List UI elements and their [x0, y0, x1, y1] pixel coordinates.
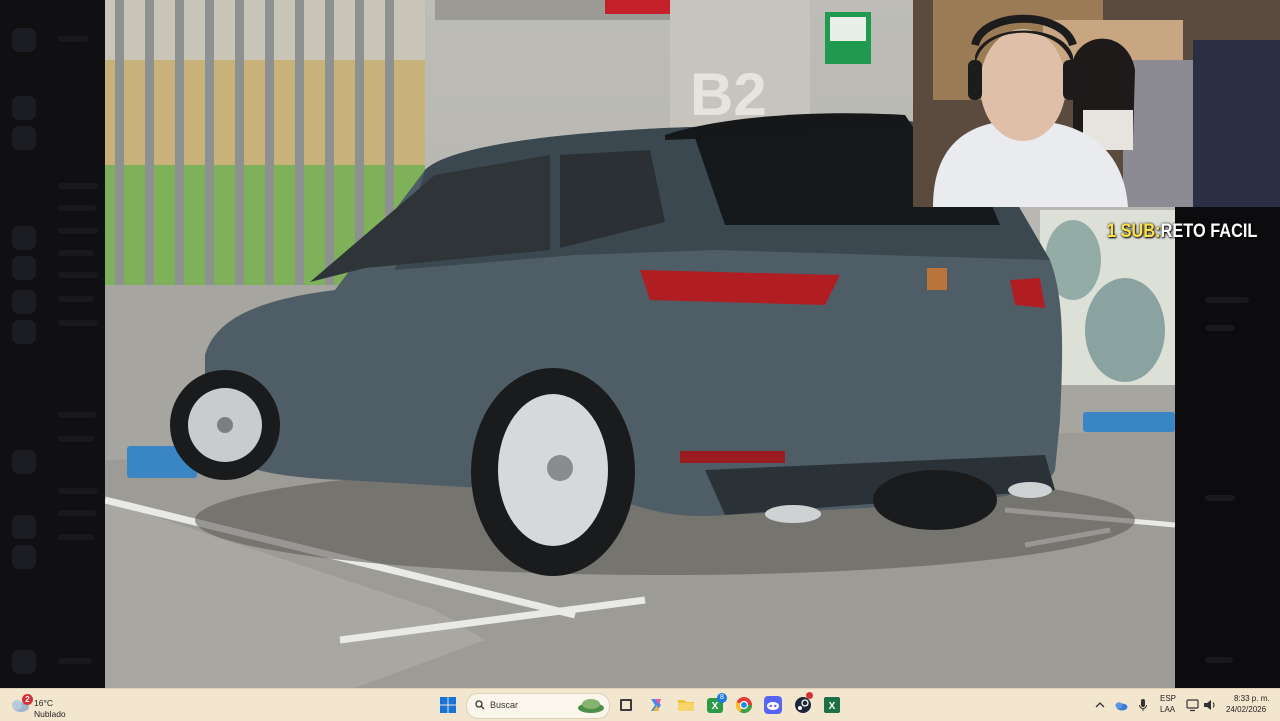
copilot-icon[interactable] [647, 696, 665, 714]
goal-text: RETO FACIL [1160, 221, 1258, 242]
search-highlight-art-icon [578, 699, 604, 713]
taskbar-search[interactable]: Buscar [466, 693, 610, 719]
webcam-illustration [913, 0, 1280, 207]
bg-app-icon [12, 28, 36, 52]
bg-text-line [1205, 297, 1249, 303]
bg-text-line [58, 205, 96, 211]
bg-text-line [58, 510, 96, 516]
bg-text-line [58, 250, 94, 256]
search-icon [475, 700, 485, 710]
notification-badge: 2 [22, 694, 33, 705]
background-app-right-panel [1175, 207, 1280, 688]
onedrive-cloud-icon[interactable] [1114, 699, 1128, 711]
discord-icon[interactable] [764, 696, 782, 714]
bg-text-line [1205, 495, 1235, 501]
keyboard-layout-indicator[interactable]: LAA [1160, 705, 1175, 714]
bg-text-line [58, 36, 88, 42]
bg-app-icon [12, 545, 36, 569]
bg-app-icon [12, 256, 36, 280]
webcam-feed [913, 0, 1280, 207]
bg-text-line [58, 436, 94, 442]
xbox-badge: 8 [717, 693, 727, 703]
clock-date[interactable]: 24/02/2026 [1226, 705, 1266, 714]
excel-icon[interactable]: X [823, 696, 841, 714]
bg-text-line [58, 534, 94, 540]
chrome-icon[interactable] [735, 696, 753, 714]
bg-app-icon [12, 290, 36, 314]
taskbar: 2 16°C Nublado Buscar X 8 X ESP LAA 8:33… [0, 688, 1280, 721]
chevron-up-icon[interactable] [1094, 699, 1106, 711]
goal-count: 1 SUB: [1107, 221, 1161, 242]
bg-text-line [58, 658, 92, 664]
steam-alert-dot [806, 692, 813, 699]
search-placeholder: Buscar [490, 700, 519, 710]
volume-icon[interactable] [1203, 698, 1217, 712]
network-icon[interactable] [1186, 698, 1200, 712]
microphone-icon[interactable] [1138, 698, 1148, 712]
bg-text-line [1205, 325, 1235, 331]
task-view-icon[interactable] [617, 696, 635, 714]
background-app-sidebar [0, 0, 105, 688]
clock-time[interactable]: 8:33 p. m. [1234, 694, 1270, 703]
bg-text-line [58, 488, 98, 494]
bg-app-icon [12, 96, 36, 120]
bg-app-icon [12, 515, 36, 539]
bg-app-icon [12, 320, 36, 344]
bg-text-line [58, 320, 98, 326]
bg-text-line [58, 272, 98, 278]
bg-text-line [58, 412, 96, 418]
weather-temperature: 16°C [34, 698, 53, 708]
stream-goal-overlay: 1 SUB:RETO FACIL [1107, 221, 1257, 249]
bg-app-icon [12, 126, 36, 150]
bg-text-line [1205, 657, 1233, 663]
bg-text-line [58, 228, 98, 234]
bg-app-icon [12, 650, 36, 674]
svg-text:X: X [712, 701, 719, 712]
svg-text:X: X [829, 701, 836, 712]
start-windows-icon[interactable] [439, 696, 457, 714]
bg-app-icon [12, 226, 36, 250]
weather-condition: Nublado [34, 709, 66, 719]
bg-text-line [58, 183, 98, 189]
bg-text-line [58, 296, 94, 302]
language-indicator[interactable]: ESP [1160, 694, 1176, 703]
file-explorer-icon[interactable] [677, 696, 695, 714]
bg-app-icon [12, 450, 36, 474]
